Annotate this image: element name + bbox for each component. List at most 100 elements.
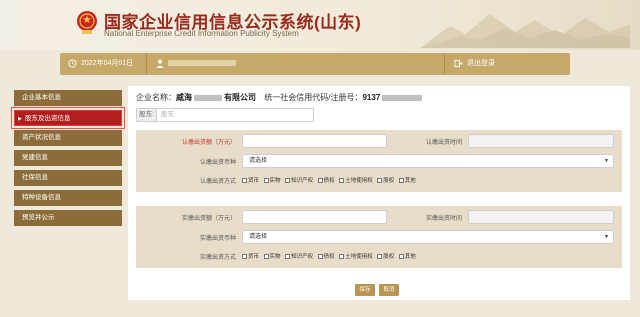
shareholder-input[interactable]: 股东 — [161, 109, 174, 121]
company-label: 企业名称： — [136, 93, 176, 102]
sidebar-item-label: 股东及出资信息 — [25, 115, 71, 122]
checkbox-label: 股权 — [383, 178, 395, 184]
checkbox[interactable] — [377, 254, 383, 260]
sidebar-item-preview-publish[interactable]: 预览并公示 — [14, 210, 122, 226]
checkbox-option[interactable]: 土地使用权 — [339, 254, 373, 260]
checkbox-label: 货币 — [248, 178, 260, 184]
user-icon — [156, 59, 164, 68]
sidebar-item-label: 党建信息 — [22, 154, 48, 161]
user-display — [156, 53, 236, 75]
checkbox-label: 实物 — [269, 178, 281, 184]
company-name-redacted — [194, 94, 222, 101]
checkbox-option[interactable]: 其他 — [398, 254, 416, 260]
subscribed-method-label: 认缴出资方式 — [199, 179, 236, 185]
checkbox-option[interactable]: 其他 — [398, 178, 416, 184]
checkbox-label: 知识产权 — [291, 254, 314, 260]
checkbox-option[interactable]: 股权 — [377, 178, 394, 184]
checkbox[interactable] — [242, 254, 247, 260]
sidebar-item-basic-info[interactable]: 企业基本信息 — [14, 90, 122, 106]
checkbox[interactable] — [285, 178, 291, 184]
sidebar-item-label: 企业基本信息 — [22, 94, 61, 101]
header: 国家企业信用信息公示系统(山东) National Enterprise Cre… — [0, 0, 640, 50]
subscribed-time-label: 认缴出资时间 — [425, 140, 462, 146]
checkbox-option[interactable]: 知识产权 — [285, 178, 313, 184]
company-name-suffix: 有限公司 — [224, 93, 256, 102]
sidebar-item-social-security[interactable]: 社保信息 — [14, 170, 122, 186]
checkbox-label: 其他 — [404, 254, 416, 260]
checkbox[interactable] — [242, 178, 247, 184]
logout-label: 退出登录 — [467, 60, 495, 67]
save-button[interactable]: 保存 — [355, 284, 375, 296]
subscribed-currency-label: 认缴出资币种 — [199, 160, 236, 166]
sidebar-item-shareholder-info[interactable]: 股东及出资信息 — [11, 107, 125, 129]
paid-currency-label: 实缴出资币种 — [199, 236, 236, 242]
checkbox-label: 其他 — [404, 178, 416, 184]
checkbox-label: 土地使用权 — [345, 254, 373, 260]
checkbox[interactable] — [377, 178, 383, 184]
subscribed-amount-label: 认缴出资额（万元） — [181, 140, 236, 146]
sidebar: 企业基本信息 股东及出资信息 资产状况信息 党建信息 社保信息 特种设备信息 预… — [11, 90, 125, 230]
logout-icon — [454, 59, 463, 67]
sidebar-item-label: 预览并公示 — [22, 214, 55, 221]
chevron-down-icon: ▼ — [604, 158, 609, 164]
chevron-down-icon: ▼ — [604, 234, 609, 240]
emblem-icon — [77, 11, 97, 34]
checkbox-option[interactable]: 债权 — [317, 254, 335, 260]
checkbox[interactable] — [339, 254, 345, 260]
subscribed-currency-select[interactable]: 请选择 ▼ — [242, 154, 614, 168]
sidebar-item-label: 社保信息 — [22, 174, 48, 181]
paid-time-label: 实缴出资时间 — [425, 216, 462, 222]
credit-code-redacted — [382, 94, 423, 101]
logout-button[interactable]: 退出登录 — [454, 53, 495, 75]
page-subtitle: National Enterprise Credit Information P… — [104, 29, 299, 38]
paid-amount-input[interactable] — [242, 210, 387, 224]
paid-method-options: 货币 实物 知识产权 债权 土地使用权 股权 其他 — [242, 252, 419, 260]
checkbox-label: 实物 — [269, 254, 281, 260]
company-info: 企业名称：威海 有限公司 统一社会信用代码/注册号：9137 — [136, 92, 423, 103]
sidebar-item-label: 特种设备信息 — [22, 194, 61, 201]
page: 国家企业信用信息公示系统(山东) National Enterprise Cre… — [0, 0, 640, 317]
checkbox-label: 债权 — [323, 254, 335, 260]
subscribed-time-input[interactable] — [468, 134, 614, 148]
checkbox[interactable] — [263, 254, 269, 260]
credit-code: 9137 — [362, 93, 381, 102]
clock-icon — [68, 59, 77, 68]
paid-time-input[interactable] — [468, 210, 614, 224]
shareholder-field[interactable]: 股东: 股东 — [136, 108, 314, 122]
paid-currency-value: 请选择 — [249, 234, 268, 240]
checkbox-option[interactable]: 股权 — [377, 254, 394, 260]
checkbox[interactable] — [339, 178, 345, 184]
top-bar: 2022年04月01日 退出登录 — [60, 53, 570, 75]
divider — [146, 53, 147, 75]
checkbox-option[interactable]: 货币 — [242, 254, 259, 260]
checkbox[interactable] — [317, 254, 323, 260]
paid-capital-section: 实缴出资额（万元） 实缴出资时间 实缴出资币种 请选择 ▼ 实缴出资方式 货币 … — [136, 206, 622, 268]
checkbox-option[interactable]: 实物 — [263, 254, 281, 260]
subscribed-currency-value: 请选择 — [249, 158, 268, 164]
checkbox-label: 股权 — [383, 254, 395, 260]
credit-code-label: 统一社会信用代码/注册号： — [264, 93, 363, 102]
sidebar-item-asset-info[interactable]: 资产状况信息 — [14, 130, 122, 146]
checkbox-option[interactable]: 债权 — [317, 178, 335, 184]
cancel-button[interactable]: 取消 — [379, 284, 399, 296]
checkbox[interactable] — [317, 178, 323, 184]
subscribed-amount-input[interactable] — [242, 134, 387, 148]
checkbox-label: 债权 — [323, 178, 335, 184]
sidebar-item-special-equipment[interactable]: 特种设备信息 — [14, 190, 122, 206]
checkbox-option[interactable]: 货币 — [242, 178, 259, 184]
checkbox-option[interactable]: 土地使用权 — [339, 178, 373, 184]
checkbox[interactable] — [285, 254, 291, 260]
checkbox-label: 知识产权 — [291, 178, 314, 184]
paid-amount-label: 实缴出资额（万元） — [181, 216, 236, 222]
company-name-prefix: 威海 — [176, 93, 192, 102]
paid-currency-select[interactable]: 请选择 ▼ — [242, 230, 614, 244]
sidebar-item-party-info[interactable]: 党建信息 — [14, 150, 122, 166]
checkbox[interactable] — [263, 178, 269, 184]
checkbox[interactable] — [398, 254, 404, 260]
subscribed-method-options: 货币 实物 知识产权 债权 土地使用权 股权 其他 — [242, 176, 419, 184]
checkbox-option[interactable]: 实物 — [263, 178, 281, 184]
subscribed-capital-section: 认缴出资额（万元） 认缴出资时间 认缴出资币种 请选择 ▼ 认缴出资方式 货币 … — [136, 130, 622, 192]
checkbox-option[interactable]: 知识产权 — [285, 254, 313, 260]
checkbox[interactable] — [398, 178, 404, 184]
checkbox-label: 货币 — [248, 254, 260, 260]
